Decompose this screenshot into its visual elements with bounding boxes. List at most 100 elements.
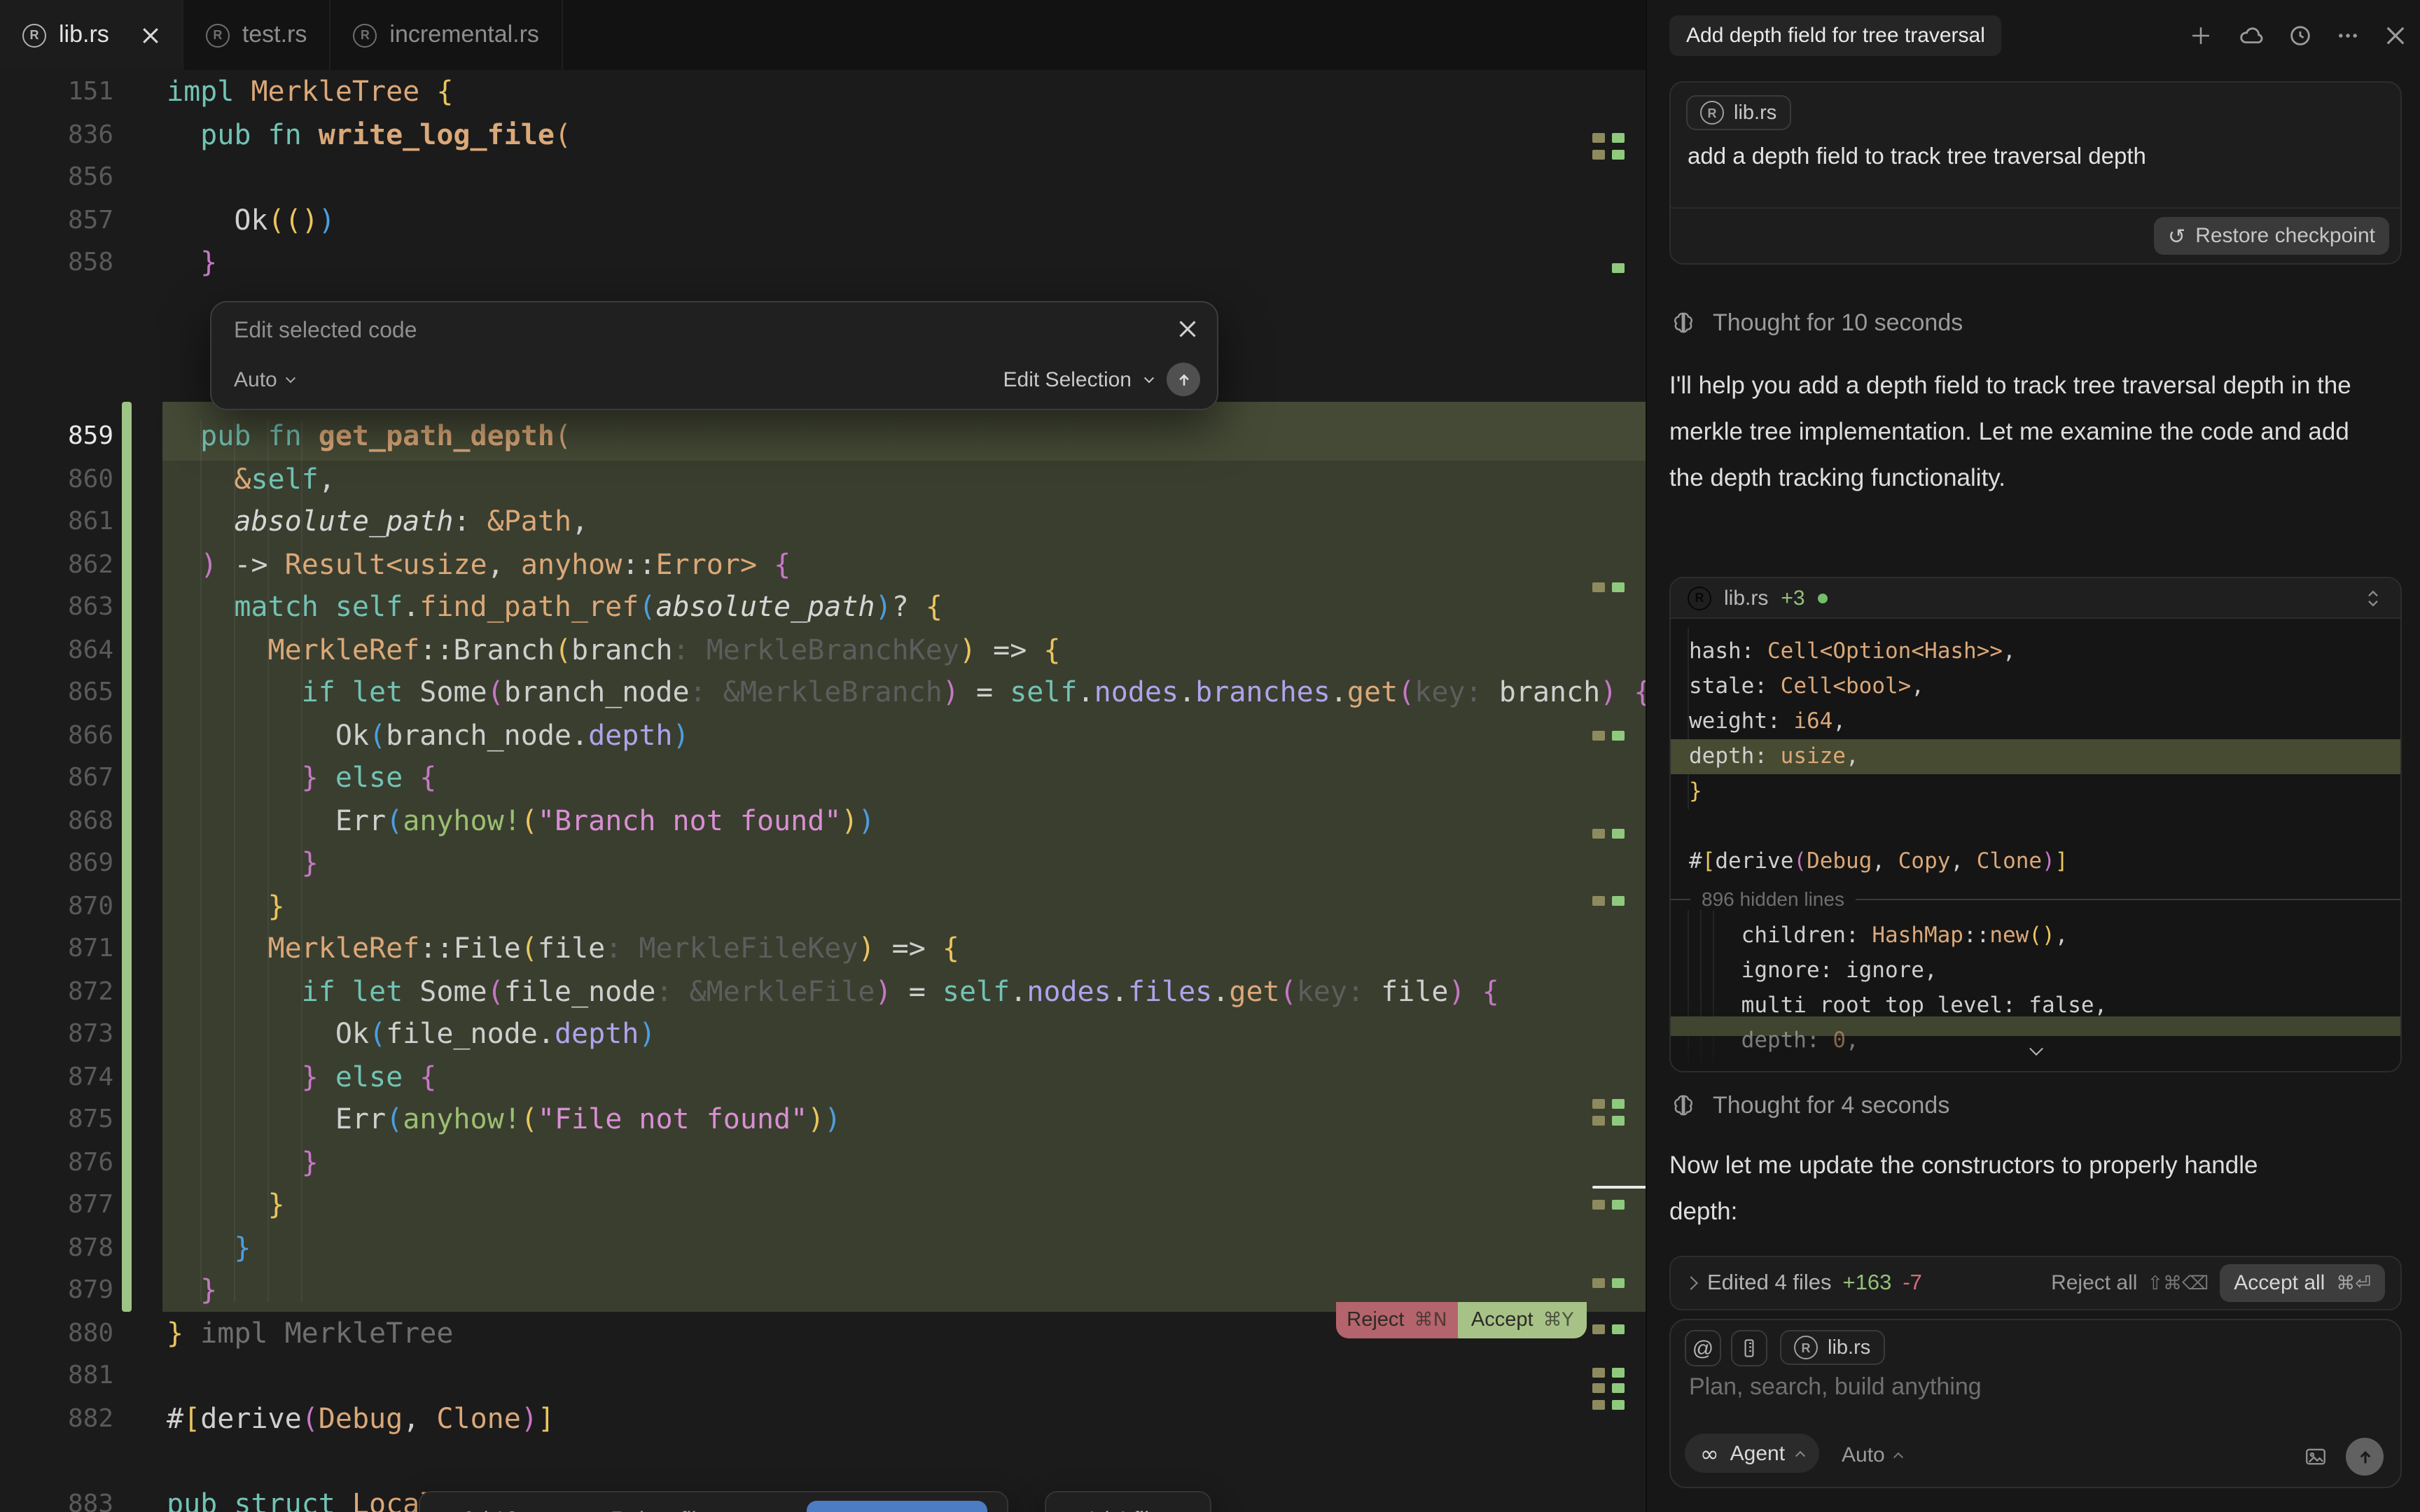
more-options-icon[interactable] xyxy=(2330,18,2364,52)
rust-file-icon xyxy=(22,23,46,47)
code-line[interactable]: } xyxy=(167,1183,285,1226)
agent-panel: Add depth field for tree traversal lib.r… xyxy=(1646,0,2420,1512)
cloud-icon[interactable] xyxy=(2234,18,2267,52)
context-file-chip[interactable]: lib.rs xyxy=(1780,1330,1884,1365)
code-line[interactable]: } xyxy=(167,1226,251,1270)
line-number: 836 xyxy=(0,113,113,157)
thought-row[interactable]: Thought for 4 seconds xyxy=(1669,1092,1949,1120)
code-line[interactable]: Err(anyhow!("File not found")) xyxy=(167,1098,841,1141)
edit-selection-button[interactable]: Edit Selection xyxy=(1003,368,1132,391)
line-number: 868 xyxy=(0,799,113,843)
tab-incremental-rs[interactable]: incremental.rs xyxy=(331,0,563,70)
mention-button[interactable]: @ xyxy=(1685,1330,1721,1366)
model-selector[interactable]: Auto xyxy=(1842,1443,1902,1467)
line-number: 875 xyxy=(0,1098,113,1141)
thought-row[interactable]: Thought for 10 seconds xyxy=(1669,309,1963,337)
code-line[interactable]: impl MerkleTree { xyxy=(167,70,453,113)
code-line[interactable]: } xyxy=(167,1268,217,1312)
scrollbar-diff-mark xyxy=(1592,731,1605,741)
code-line[interactable]: pub fn get_path_depth( xyxy=(167,414,571,458)
close-dialog-icon[interactable] xyxy=(1178,319,1197,339)
scrollbar-diff-mark xyxy=(1592,1116,1605,1126)
scrollbar-diff-mark xyxy=(1592,1200,1605,1210)
expand-edited-files-icon[interactable] xyxy=(1684,1276,1698,1290)
edit-prompt-input[interactable]: Edit selected code xyxy=(234,319,417,344)
code-line[interactable]: } xyxy=(167,841,319,885)
scrollbar-diff-mark xyxy=(1612,1200,1625,1210)
code-line[interactable]: ) -> Result<usize, anyhow::Error> { xyxy=(167,543,791,587)
attach-image-icon[interactable] xyxy=(2304,1445,2328,1469)
code-line[interactable]: pub fn write_log_file( xyxy=(167,113,571,157)
code-line[interactable]: } xyxy=(167,241,217,284)
line-number: 861 xyxy=(0,500,113,543)
accept-file-label: Accept file xyxy=(823,1509,924,1512)
line-number: 879 xyxy=(0,1268,113,1312)
send-message-button[interactable] xyxy=(2346,1438,2384,1476)
mode-selector[interactable]: ∞ Agent xyxy=(1685,1434,1819,1473)
context-file-chip[interactable]: lib.rs xyxy=(1686,95,1790,130)
reject-hunk-label: Reject xyxy=(1347,1309,1404,1331)
message-input[interactable]: Plan, search, build anything xyxy=(1689,1373,1982,1401)
code-line[interactable]: if let Some(file_node: &MerkleFile) = se… xyxy=(167,970,1499,1014)
diff-card-header[interactable]: lib.rs +3 xyxy=(1671,578,2400,619)
accept-hunk-button[interactable]: Accept ⌘Y xyxy=(1458,1302,1587,1338)
code-line[interactable]: Ok(file_node.depth) xyxy=(167,1012,655,1056)
tab-lib-rs[interactable]: lib.rs xyxy=(0,0,183,70)
code-line[interactable]: Err(anyhow!("Branch not found")) xyxy=(167,799,875,843)
new-thread-icon[interactable] xyxy=(2183,18,2217,52)
reject-hunk-shortcut: ⌘N xyxy=(1414,1309,1447,1331)
hidden-lines-separator[interactable]: 896 hidden lines xyxy=(1671,885,2400,913)
context-file-name: lib.rs xyxy=(1828,1336,1870,1359)
line-number: 882 xyxy=(0,1397,113,1441)
code-line[interactable]: MerkleRef::File(file: MerkleFileKey) => … xyxy=(167,927,959,970)
code-line[interactable]: #[derive(Debug, Clone)] xyxy=(167,1397,555,1441)
message-input-card[interactable]: @ lib.rs Plan, search, build anything ∞ … xyxy=(1669,1319,2402,1488)
model-selector[interactable]: Auto xyxy=(234,368,294,391)
accept-file-button[interactable]: Accept file ⌘⏎ xyxy=(807,1500,988,1512)
scroll-down-icon[interactable] xyxy=(2031,1037,2040,1063)
assistant-paragraph: I'll help you add a depth field to track… xyxy=(1669,363,2377,501)
restore-checkpoint-button[interactable]: ↺ Restore checkpoint xyxy=(2154,217,2389,255)
reject-all-shortcut: ⇧⌘⌫ xyxy=(2147,1272,2209,1294)
scrollbar-diff-mark xyxy=(1592,896,1605,906)
reject-all-button[interactable]: Reject all ⇧⌘⌫ xyxy=(2051,1271,2209,1295)
code-line[interactable]: } else { xyxy=(167,1056,436,1099)
scrollbar-diff-mark xyxy=(1612,1383,1625,1393)
inline-review-buttons: Reject ⌘N Accept ⌘Y xyxy=(1336,1302,1587,1338)
code-line[interactable]: Ok(()) xyxy=(167,199,335,242)
reject-hunk-button[interactable]: Reject ⌘N xyxy=(1336,1302,1458,1338)
close-panel-icon[interactable] xyxy=(2378,18,2412,52)
line-number: 864 xyxy=(0,629,113,672)
code-line[interactable]: absolute_path: &Path, xyxy=(167,500,588,543)
code-line[interactable]: &self, xyxy=(167,458,335,501)
code-line[interactable]: } else { xyxy=(167,756,436,799)
code-line[interactable]: } xyxy=(167,885,285,928)
user-message-card: lib.rs add a depth field to track tree t… xyxy=(1669,81,2402,265)
code-line[interactable]: if let Some(branch_node: &MerkleBranch) … xyxy=(167,671,1646,714)
unsaved-dot xyxy=(1818,593,1828,603)
hunk-position: 6 / 13 xyxy=(462,1509,518,1512)
infinity-icon: ∞ xyxy=(1700,1440,1719,1466)
diff-code-line: children: HashMap::new(), xyxy=(1689,918,2068,953)
reject-file-button[interactable]: Reject file xyxy=(611,1509,709,1512)
submit-edit-button[interactable] xyxy=(1167,363,1200,396)
tab-test-rs[interactable]: test.rs xyxy=(183,0,331,70)
code-line[interactable]: match self.find_path_ref(absolute_path)?… xyxy=(167,585,943,629)
accept-all-button[interactable]: Accept all ⌘⏎ xyxy=(2220,1264,2385,1302)
close-tab-icon[interactable] xyxy=(141,26,160,44)
diff-file-name: lib.rs xyxy=(1724,586,1768,610)
line-number: 860 xyxy=(0,458,113,501)
history-icon[interactable] xyxy=(2283,18,2316,52)
code-editor[interactable]: 1518368568578588598608618628638648658668… xyxy=(0,70,1646,1512)
code-line[interactable]: MerkleRef::Branch(branch: MerkleBranchKe… xyxy=(167,629,1060,672)
code-line[interactable]: } xyxy=(167,1141,319,1184)
line-number: 865 xyxy=(0,671,113,714)
line-number: 862 xyxy=(0,543,113,587)
code-line[interactable]: } impl MerkleTree xyxy=(167,1312,453,1355)
rules-button[interactable] xyxy=(1731,1330,1767,1366)
scrollbar-diff-mark xyxy=(1592,582,1605,592)
code-line[interactable]: Ok(branch_node.depth) xyxy=(167,714,690,757)
expand-diff-icon[interactable] xyxy=(2363,587,2384,608)
thread-title[interactable]: Add depth field for tree traversal xyxy=(1669,15,2002,56)
diff-code-line: depth: usize, xyxy=(1689,739,1859,774)
